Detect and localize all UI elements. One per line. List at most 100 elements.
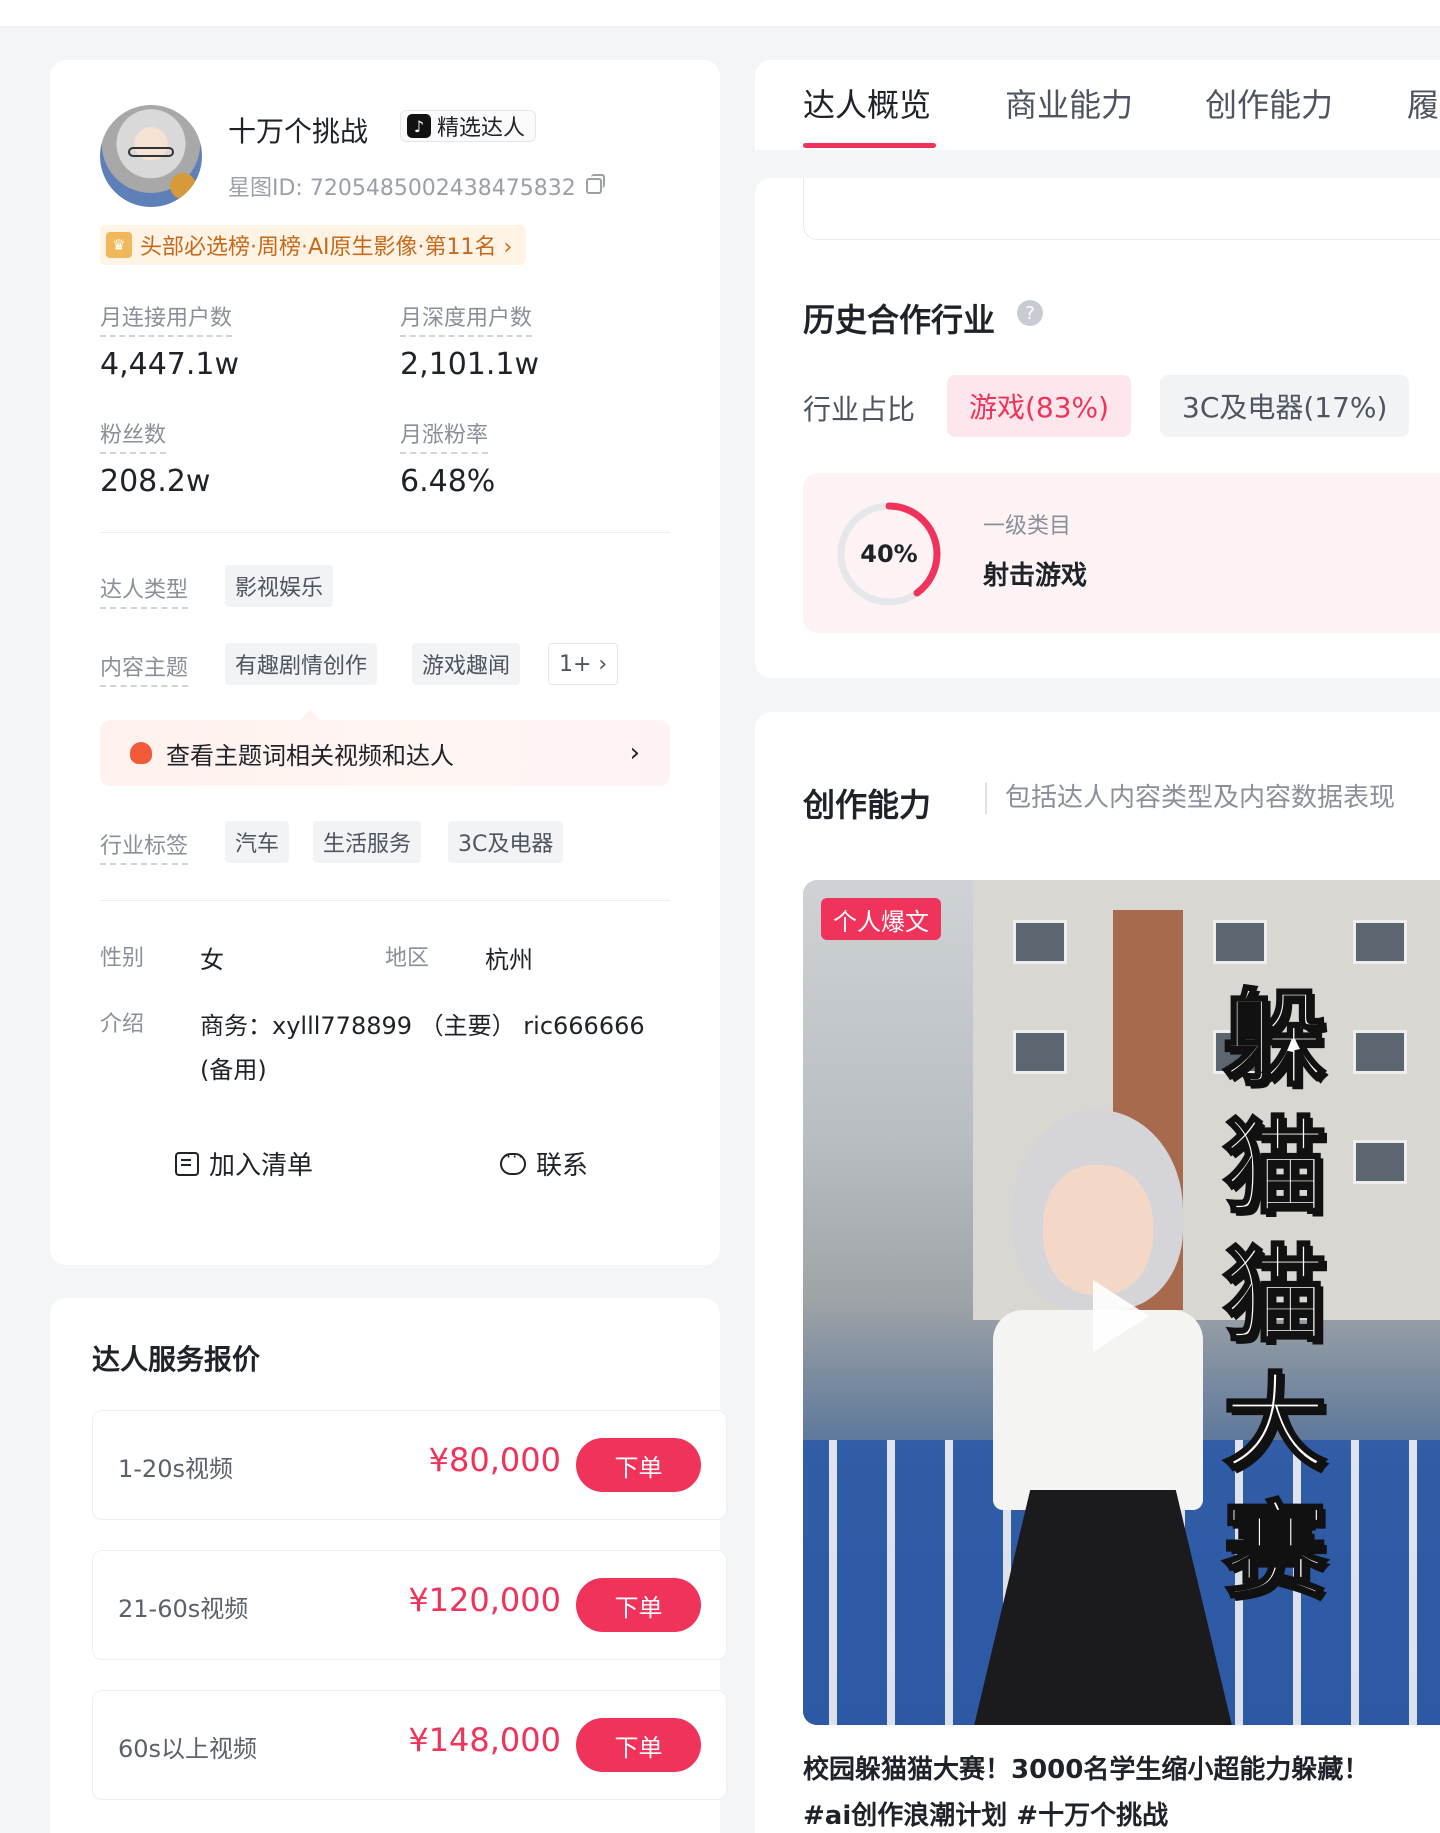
type-label: 达人类型 [100, 572, 189, 609]
chevron-right-icon: › [629, 738, 640, 768]
person-face [1043, 1165, 1153, 1295]
category-box: 40% 一级类目 射击游戏 [803, 473, 1440, 633]
topic-chip[interactable]: 游戏趣闻 [412, 643, 521, 685]
stat-monthly-deep: 月深度用户数 2,101.1w [400, 300, 539, 382]
badge-label: 精选达人 [437, 116, 526, 141]
video-caption[interactable]: 校园躲猫猫大赛！3000名学生缩小超能力躲藏！ #ai创作浪潮计划 #十万个挑战 [803, 1747, 1440, 1833]
stat-growth-rate: 月涨粉率 6.48% [400, 417, 495, 499]
divider [100, 900, 670, 901]
type-chip: 影视娱乐 [225, 565, 334, 607]
add-to-list-label: 加入清单 [209, 1151, 314, 1181]
stat-value: 2,101.1w [400, 347, 540, 382]
video-window [1353, 920, 1407, 964]
stat-value: 6.48% [400, 464, 496, 499]
pricing-card: 达人服务报价 1-20s视频 ¥80,000 下单 21-60s视频 ¥120,… [50, 1298, 727, 1833]
price-label: 21-60s视频 [118, 1595, 249, 1623]
rank-text: 头部必选榜·周榜·AI原生影像·第11名 › [140, 235, 513, 260]
video-window [1353, 1030, 1407, 1074]
rank-badge[interactable]: ♛ 头部必选榜·周榜·AI原生影像·第11名 › [100, 225, 527, 265]
price-row: 21-60s视频 ¥120,000 下单 [92, 1550, 727, 1660]
profile-card: 十万个挑战 ♪ 精选达人 星图ID: 7205485002438475832 ♛… [50, 60, 720, 1265]
order-button[interactable]: 下单 [576, 1718, 701, 1772]
creation-desc: 包括达人内容类型及内容数据表现 [985, 782, 1395, 814]
stat-label: 月涨粉率 [400, 417, 489, 454]
video-overlay-title: 躲猫猫大赛 [1221, 977, 1328, 1614]
price-label: 1-20s视频 [118, 1455, 233, 1483]
industry-tag-label: 行业标签 [100, 828, 189, 865]
region-value: 杭州 [485, 946, 533, 974]
avatar-cat [170, 173, 196, 199]
contact-button[interactable]: 联系 [500, 1145, 588, 1182]
ratio-chip-3c[interactable]: 3C及电器(17%) [1160, 375, 1410, 437]
selected-creator-badge: ♪ 精选达人 [400, 110, 537, 142]
ratio-label: 行业占比 [803, 393, 916, 426]
video-window [1353, 1140, 1407, 1184]
category-donut: 40% [837, 502, 941, 606]
top-bar [0, 0, 1440, 26]
personal-hit-tag: 个人爆文 [821, 898, 941, 940]
industry-chip: 3C及电器 [448, 821, 564, 863]
topic-chip[interactable]: 有趣剧情创作 [225, 643, 378, 685]
video-person [973, 1110, 1233, 1725]
category-name: 射击游戏 [983, 561, 1088, 591]
intro-line-2: (备用) [200, 1056, 267, 1084]
order-button[interactable]: 下单 [576, 1438, 701, 1492]
star-id: 星图ID: 7205485002438475832 [228, 170, 605, 202]
price-value: ¥120,000 [408, 1581, 561, 1619]
star-id-text: 星图ID: 7205485002438475832 [228, 176, 576, 201]
gender-value: 女 [200, 946, 224, 974]
help-icon[interactable]: ? [1017, 300, 1043, 326]
previous-section-box [803, 178, 1440, 240]
industry-title: 历史合作行业 [803, 301, 996, 339]
stat-followers: 粉丝数 208.2w [100, 417, 210, 499]
video-window [1213, 920, 1267, 964]
avatar[interactable] [100, 105, 202, 207]
tab-creation[interactable]: 创作能力 [1205, 80, 1333, 126]
ratio-chip-game[interactable]: 游戏(83%) [947, 375, 1132, 437]
intro-line-1: 商务：xylll778899 （主要） ric666666 [200, 1012, 645, 1040]
donut-label: 40% [860, 540, 917, 568]
divider [100, 532, 670, 533]
tiktok-icon: ♪ [407, 114, 431, 138]
active-tab-indicator [803, 143, 936, 148]
chat-icon [500, 1147, 526, 1175]
list-icon [175, 1151, 199, 1176]
tab-history[interactable]: 履 [1407, 80, 1439, 126]
creation-card: 创作能力 包括达人内容类型及内容数据表现 个人爆文 躲猫猫大赛 校园躲猫猫大赛！… [755, 712, 1440, 1833]
tab-business[interactable]: 商业能力 [1005, 80, 1133, 126]
tab-overview[interactable]: 达人概览 [803, 80, 931, 126]
bulb-icon [130, 742, 152, 764]
creator-name: 十万个挑战 [228, 115, 369, 148]
video-window [1013, 1030, 1067, 1074]
caption-line-2: #ai创作浪潮计划 #十万个挑战 [803, 1801, 1169, 1831]
order-button[interactable]: 下单 [576, 1578, 701, 1632]
stat-monthly-connected: 月连接用户数 4,447.1w [100, 300, 239, 382]
stat-value: 4,447.1w [100, 347, 240, 382]
price-row: 60s以上视频 ¥148,000 下单 [92, 1690, 727, 1800]
contact-label: 联系 [536, 1151, 589, 1181]
price-value: ¥80,000 [428, 1441, 561, 1479]
stat-label: 月深度用户数 [400, 300, 533, 337]
category-sub-label: 一级类目 [983, 514, 1072, 539]
caption-line-1: 校园躲猫猫大赛！3000名学生缩小超能力躲藏！ [803, 1755, 1370, 1785]
topic-label: 内容主题 [100, 650, 189, 687]
video-window [1013, 920, 1067, 964]
stat-label: 月连接用户数 [100, 300, 233, 337]
industry-chip: 汽车 [225, 821, 290, 863]
intro-label: 介绍 [100, 1012, 145, 1037]
price-row: 1-20s视频 ¥80,000 下单 [92, 1410, 727, 1520]
add-to-list-button[interactable]: 加入清单 [175, 1145, 313, 1182]
price-label: 60s以上视频 [118, 1735, 258, 1763]
topic-more-button[interactable]: 1+ › [548, 643, 619, 685]
video-thumbnail[interactable]: 个人爆文 躲猫猫大赛 [803, 880, 1440, 1725]
topic-related-bar[interactable]: 查看主题词相关视频和达人 › [100, 710, 670, 786]
play-icon[interactable] [1093, 1280, 1149, 1352]
trophy-icon: ♛ [106, 232, 132, 258]
avatar-glasses [128, 147, 174, 157]
pricing-title: 达人服务报价 [92, 1343, 261, 1376]
pointer-arrow [300, 710, 320, 720]
tab-bar: 达人概览 商业能力 创作能力 履 [755, 60, 1440, 150]
copy-icon[interactable] [585, 174, 605, 194]
industry-card: 历史合作行业 ? 行业占比 游戏(83%) 3C及电器(17%) 40% 一级类… [755, 178, 1440, 678]
price-value: ¥148,000 [408, 1721, 561, 1759]
